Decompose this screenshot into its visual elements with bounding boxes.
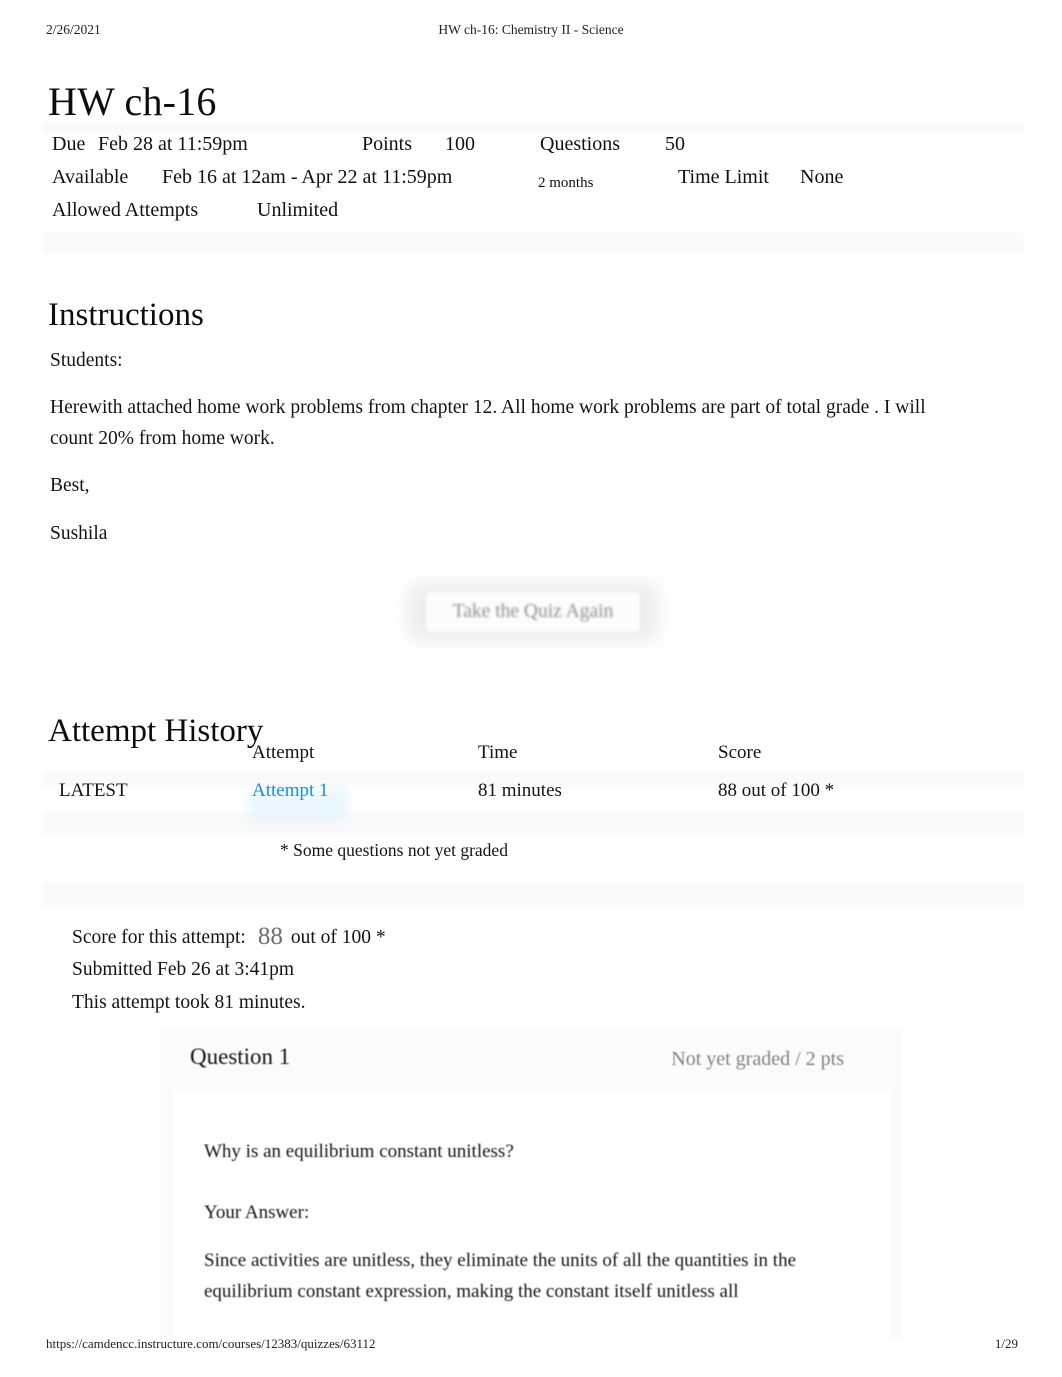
score-for-attempt-line: Score for this attempt: 88 out of 100 *	[72, 920, 386, 953]
row-time-value: 81 minutes	[478, 780, 562, 801]
allowed-attempts-label: Allowed Attempts	[52, 199, 199, 221]
instructions-paragraph-signature: Sushila	[50, 523, 108, 544]
question-title: Question 1	[190, 1044, 291, 1069]
points-value: 100	[445, 133, 475, 155]
question-container: Question 1 Not yet graded / 2 pts Why is…	[160, 1028, 902, 1338]
divider-band-score-top	[42, 882, 1024, 906]
due-value: Feb 28 at 11:59pm	[98, 133, 248, 155]
instructions-heading: Instructions	[48, 297, 204, 334]
question-header: Question 1 Not yet graded / 2 pts	[160, 1028, 902, 1090]
your-answer-label: Your Answer:	[204, 1202, 310, 1223]
score-out-of: out of 100 *	[290, 927, 386, 948]
row-score-value: 88 out of 100 *	[718, 780, 835, 801]
row-latest-badge: LATEST	[59, 780, 128, 801]
score-value: 88	[257, 923, 283, 950]
quiz-meta-row-2: Available Feb 16 at 12am - Apr 22 at 11:…	[52, 161, 972, 194]
print-footer-page-number: 1/29	[994, 1336, 1018, 1351]
table-header-row: Attempt Time Score	[44, 742, 1024, 780]
print-header: 2/26/2021 HW ch-16: Chemistry II - Scien…	[0, 22, 1062, 42]
quiz-meta-row-1: Due Feb 28 at 11:59pm Points 100 Questio…	[52, 128, 972, 161]
attempt-link[interactable]: Attempt 1	[252, 780, 329, 802]
table-row: LATEST Attempt 1 81 minutes 88 out of 10…	[44, 780, 1024, 818]
submitted-line: Submitted Feb 26 at 3:41pm	[72, 959, 295, 980]
due-label: Due	[52, 133, 86, 155]
available-label: Available	[52, 166, 129, 188]
divider-band-meta-bottom	[42, 232, 1024, 254]
your-answer-text: Since activities are unitless, they elim…	[204, 1250, 797, 1302]
instructions-paragraph-salutation: Students:	[50, 350, 123, 371]
take-quiz-again-button[interactable]: Take the Quiz Again	[426, 592, 640, 632]
time-limit-label: Time Limit	[678, 166, 769, 188]
quiz-metadata: Due Feb 28 at 11:59pm Points 100 Questio…	[52, 128, 972, 227]
print-footer-url: https://camdencc.instructure.com/courses…	[46, 1336, 376, 1351]
question-prompt: Why is an equilibrium constant unitless?	[204, 1141, 514, 1162]
questions-label: Questions	[540, 133, 620, 155]
allowed-attempts-value: Unlimited	[257, 199, 339, 221]
question-body-panel: Why is an equilibrium constant unitless?…	[173, 1090, 890, 1338]
instructions-paragraph-closing: Best,	[50, 475, 90, 496]
column-header-score: Score	[718, 742, 762, 763]
print-document-title: HW ch-16: Chemistry II - Science	[438, 22, 624, 37]
print-footer: https://camdencc.instructure.com/courses…	[0, 1336, 1062, 1354]
time-limit-value: None	[800, 166, 844, 188]
quiz-meta-row-3: Allowed Attempts Unlimited	[52, 194, 972, 227]
score-label: Score for this attempt:	[72, 927, 246, 948]
duration-line: This attempt took 81 minutes.	[72, 992, 306, 1013]
page-title: HW ch-16	[48, 78, 217, 124]
available-value: Feb 16 at 12am - Apr 22 at 11:59pm	[162, 166, 453, 188]
questions-value: 50	[665, 133, 685, 155]
column-header-attempt: Attempt	[252, 742, 315, 763]
instructions-paragraph-body: Herewith attached home work problems fro…	[50, 397, 926, 449]
score-summary: Score for this attempt: 88 out of 100 * Su…	[72, 920, 386, 1019]
question-points-status: Not yet graded / 2 pts	[671, 1048, 844, 1070]
attempt-history-note: * Some questions not yet graded	[280, 840, 508, 860]
attempt-history-table: Attempt Time Score LATEST Attempt 1 81 m…	[44, 742, 1024, 818]
points-label: Points	[362, 133, 413, 155]
retake-quiz-container: Take the Quiz Again	[408, 583, 658, 641]
column-header-time: Time	[478, 742, 518, 763]
